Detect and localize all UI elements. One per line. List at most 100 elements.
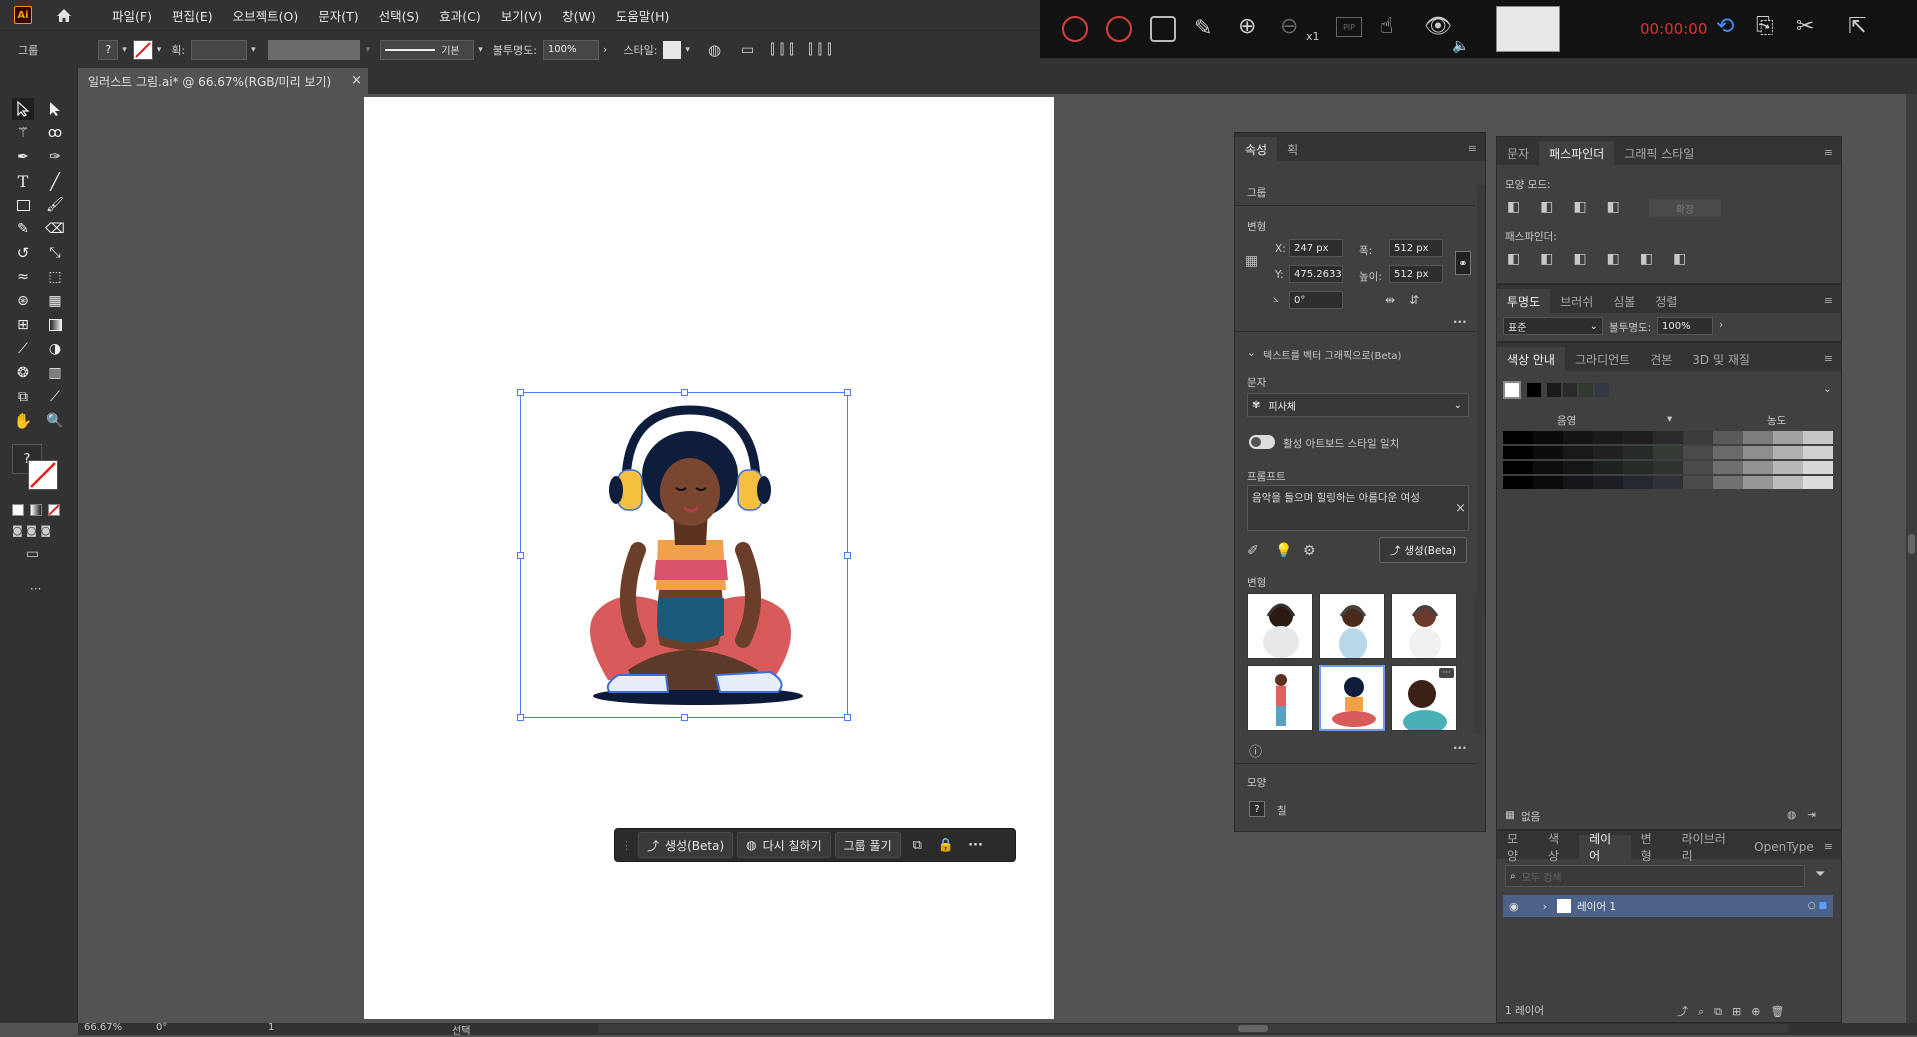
opacity-input[interactable]: 100% (542, 39, 599, 60)
panel-menu-icon[interactable]: ≡ (1468, 142, 1477, 155)
cut-icon[interactable]: ✂ (1796, 14, 1814, 39)
tab-graphic-styles[interactable]: 그래픽 스타일 (1614, 141, 1704, 165)
style-picker-icon[interactable]: ✐ (1247, 543, 1259, 559)
variation-thumbnail-3[interactable] (1391, 593, 1457, 659)
chevron-down-icon[interactable]: ▾ (157, 45, 162, 55)
recolor-button[interactable]: ◍ 다시 칠하기 (737, 832, 831, 858)
properties-scrollbar[interactable] (1477, 185, 1485, 615)
type-select[interactable]: ✾ 피사체 ⌄ (1247, 393, 1469, 417)
selection-tool-icon[interactable] (12, 98, 34, 120)
brush-definition[interactable]: 기본 (380, 39, 475, 60)
opacity-input[interactable]: 100% (1657, 317, 1713, 335)
collapse-bar-icon[interactable]: ⇱ (1848, 14, 1866, 39)
prompt-input[interactable]: 음악을 들으며 힐링하는 아름다운 여성 (1247, 485, 1469, 531)
chevron-down-icon[interactable]: ▾ (122, 45, 127, 55)
variation-thumbnail-6[interactable]: ··· (1391, 665, 1457, 731)
menu-help[interactable]: 도움말(H) (616, 6, 670, 25)
warp-tool-icon[interactable]: ≈ (12, 266, 34, 288)
clear-prompt-icon[interactable]: × (1455, 501, 1466, 516)
shaper-tool-icon[interactable]: ✎ (12, 218, 34, 240)
blend-mode-select[interactable]: 표준 ⌄ (1503, 317, 1603, 335)
type-tool-icon[interactable]: T (12, 170, 34, 192)
color-guide-swatch[interactable] (1803, 431, 1833, 444)
color-guide-swatch[interactable] (1803, 446, 1833, 459)
tab-appearance[interactable]: 모양 (1497, 832, 1538, 863)
menu-object[interactable]: 오브젝트(O) (233, 6, 299, 25)
menu-edit[interactable]: 편집(E) (172, 6, 213, 25)
chevron-down-icon[interactable]: ▾ (685, 45, 690, 55)
tab-brushes[interactable]: 브러쉬 (1550, 289, 1603, 313)
color-guide-swatch[interactable] (1683, 446, 1713, 459)
color-guide-swatch[interactable] (1713, 431, 1743, 444)
link-icon[interactable]: ⚭ (1455, 251, 1471, 275)
harmony-swatch[interactable] (1595, 383, 1609, 397)
info-icon[interactable]: ⓘ (1249, 741, 1262, 760)
rectangle-tool-icon[interactable] (12, 194, 34, 216)
generate-beta-button[interactable]: ⤴ 생성(Beta) (638, 832, 734, 858)
layer-actions-icons[interactable]: ⤴⌕⧉⊞⊕🗑 (1677, 1003, 1794, 1019)
horizontal-scrollbar[interactable] (598, 1024, 1788, 1033)
tab-character[interactable]: 문자 (1497, 141, 1539, 165)
color-guide-swatch[interactable] (1743, 461, 1773, 474)
resize-handle[interactable] (517, 389, 524, 396)
more-options-icon[interactable]: ··· (1453, 315, 1467, 329)
menu-effect[interactable]: 효과(C) (439, 6, 480, 25)
shape-mode-icons[interactable]: ◧◧◧◧ (1507, 199, 1640, 215)
tab-symbols[interactable]: 심볼 (1603, 289, 1645, 313)
color-guide-grid-icon[interactable]: ▦ (1505, 809, 1515, 821)
x-input[interactable]: 247 px (1289, 239, 1343, 257)
harmony-swatch[interactable] (1563, 383, 1577, 397)
color-guide-swatch[interactable] (1503, 446, 1533, 459)
tab-swatches[interactable]: 견본 (1640, 347, 1682, 371)
pathfinder-icons[interactable]: ◧◧◧◧◧◧ (1507, 251, 1706, 267)
more-options-icon[interactable]: ··· (1439, 668, 1454, 678)
variation-thumbnail-2[interactable] (1319, 593, 1385, 659)
tab-3d-materials[interactable]: 3D 및 재질 (1682, 347, 1760, 371)
rotation-value[interactable]: 0° (156, 1022, 167, 1033)
column-graph-tool-icon[interactable]: ▥ (44, 362, 66, 384)
stroke-color-box[interactable] (28, 460, 58, 490)
eyedropper-tool-icon[interactable]: ⟋ (12, 338, 34, 360)
more-options-icon[interactable]: ··· (1453, 741, 1467, 755)
color-guide-swatch[interactable] (1803, 461, 1833, 474)
match-style-toggle[interactable] (1249, 435, 1275, 449)
paintbrush-tool-icon[interactable]: 🖌 (44, 194, 66, 216)
mesh-tool-icon[interactable]: ⊞ (12, 314, 34, 336)
menu-file[interactable]: 파일(F) (112, 6, 152, 25)
panel-menu-icon[interactable]: ≡ (1824, 352, 1833, 365)
color-guide-swatch[interactable] (1593, 476, 1623, 489)
slice-tool-icon[interactable]: ⟋ (44, 386, 66, 408)
color-guide-swatch[interactable] (1803, 476, 1833, 489)
color-guide-swatch[interactable] (1713, 446, 1743, 459)
harmony-swatch[interactable] (1527, 383, 1541, 397)
speaker-icon[interactable]: 🔈 (1452, 38, 1469, 54)
perspective-grid-tool-icon[interactable]: ▦ (44, 290, 66, 312)
recolor-icon[interactable]: ◍ (708, 41, 721, 59)
color-guide-swatch[interactable] (1773, 431, 1803, 444)
edit-colors-icon[interactable]: ◍ (1787, 809, 1796, 821)
tab-gradient[interactable]: 그라디언트 (1565, 347, 1640, 371)
stroke-weight-input[interactable] (191, 39, 248, 60)
zoom-level[interactable]: 66.67% (84, 1022, 122, 1033)
home-icon[interactable] (54, 5, 74, 25)
zoom-in-icon[interactable]: ⊕ (1238, 14, 1256, 39)
screen-mode-icon[interactable]: ▭ (26, 546, 39, 562)
color-guide-swatch[interactable] (1593, 431, 1623, 444)
layer-search-input[interactable]: ⌕ 모두 검색 (1505, 865, 1805, 887)
color-guide-swatch[interactable] (1563, 431, 1593, 444)
suggestion-icon[interactable]: 💡 (1275, 543, 1292, 559)
save-group-icon[interactable]: ⇥ (1807, 809, 1816, 821)
lock-icon[interactable]: 🔒 (938, 838, 954, 853)
flip-horizontal-icon[interactable]: ⇹ (1385, 293, 1395, 307)
base-color-swatch[interactable] (1503, 381, 1521, 399)
gradient-tool-icon[interactable] (44, 314, 66, 336)
more-options-icon[interactable]: ··· (968, 838, 983, 853)
blend-tool-icon[interactable]: ◑ (44, 338, 66, 360)
color-guide-swatch[interactable] (1773, 446, 1803, 459)
symbol-sprayer-tool-icon[interactable]: ❂ (12, 362, 34, 384)
resize-handle[interactable] (844, 389, 851, 396)
shape-builder-tool-icon[interactable]: ⊛ (12, 290, 34, 312)
color-guide-swatch[interactable] (1623, 476, 1653, 489)
menu-view[interactable]: 보기(V) (501, 6, 542, 25)
flip-vertical-icon[interactable]: ⇵ (1409, 293, 1419, 307)
